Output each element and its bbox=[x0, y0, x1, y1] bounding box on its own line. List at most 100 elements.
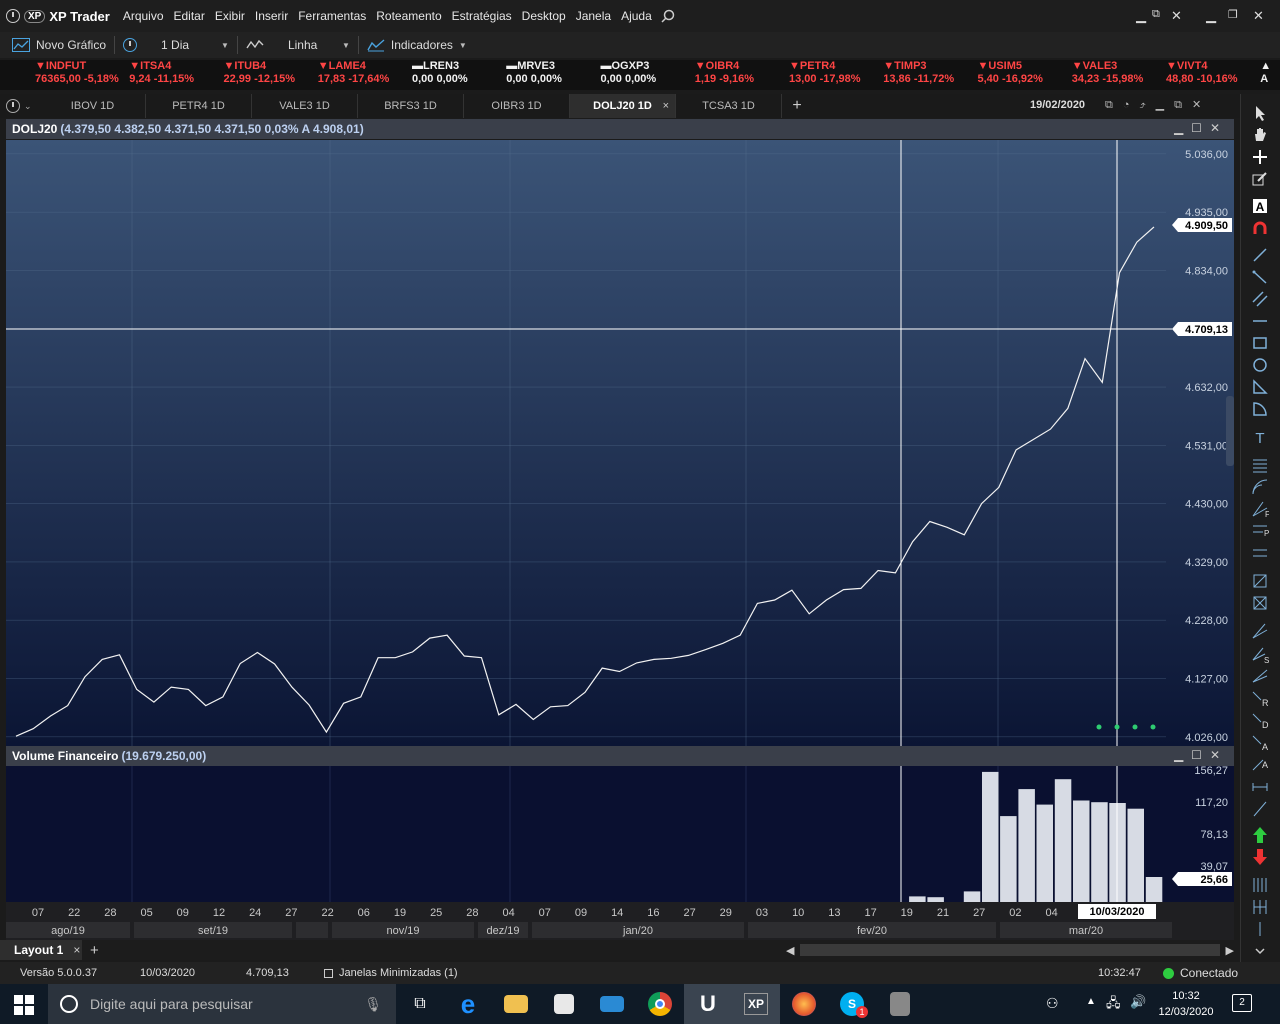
minimize-icon[interactable]: ▁ bbox=[1136, 8, 1146, 24]
time-axis[interactable]: 07 22 28 05 09 12 24 27 22 06 19 25 28 04 07 09 14 16 27 29… bbox=[6, 902, 1234, 940]
menu-estrategias[interactable]: Estratégias bbox=[447, 9, 517, 23]
volume-window-controls[interactable]: ▁☐✕ bbox=[1174, 748, 1228, 762]
mail-icon[interactable] bbox=[588, 984, 636, 1024]
regression-r-tool-icon[interactable]: R bbox=[1251, 690, 1269, 708]
layout-tab[interactable]: Layout 1 × bbox=[0, 940, 82, 960]
fan-f-tool-icon[interactable]: F bbox=[1251, 500, 1269, 518]
fib-p-tool-icon[interactable]: P bbox=[1251, 522, 1269, 540]
channel-tool-icon[interactable] bbox=[1251, 290, 1269, 308]
ticker-item[interactable]: ▼INDFUT 76365,00 -5,18% bbox=[32, 60, 126, 90]
tab-menu-button[interactable]: ⌄ bbox=[0, 99, 40, 113]
search-icon[interactable] bbox=[661, 9, 675, 23]
calculator-icon[interactable] bbox=[876, 984, 924, 1024]
taskbar-clock[interactable]: 10:32 12/03/2020 bbox=[1156, 988, 1216, 1020]
ticker-item[interactable]: ▼USIM5 5,40 -16,92% bbox=[975, 60, 1069, 90]
maximize-outer-icon[interactable]: ❐ bbox=[1228, 8, 1238, 21]
restore-icon[interactable]: ⧉ bbox=[1152, 8, 1160, 21]
chart-type-chevron-down-icon[interactable]: ▼ bbox=[342, 41, 350, 50]
menu-arquivo[interactable]: Arquivo bbox=[118, 9, 169, 23]
angle-tool-icon[interactable] bbox=[1251, 800, 1269, 818]
arc-tool-icon[interactable] bbox=[1251, 400, 1269, 418]
ray-tool-icon[interactable] bbox=[1251, 268, 1269, 286]
menu-roteamento[interactable]: Roteamento bbox=[371, 9, 446, 23]
people-icon[interactable]: ⚇ bbox=[1046, 995, 1059, 1012]
fan-tool-icon[interactable] bbox=[1251, 668, 1269, 686]
tab-oibr3[interactable]: OIBR3 1D bbox=[464, 94, 570, 118]
tab-brfs3[interactable]: BRFS3 1D bbox=[358, 94, 464, 118]
regression-a-tool-icon[interactable]: A bbox=[1251, 734, 1269, 752]
file-explorer-icon[interactable] bbox=[492, 984, 540, 1024]
range-tool-icon[interactable] bbox=[1251, 778, 1269, 796]
chart-type-select[interactable]: Linha bbox=[288, 38, 342, 52]
task-view-icon[interactable]: ⧉ bbox=[396, 984, 444, 1024]
menu-ferramentas[interactable]: Ferramentas bbox=[293, 9, 371, 23]
volume-chart[interactable]: 156,27 117,20 78,13 39,07 25,66 bbox=[6, 766, 1234, 902]
store-icon[interactable] bbox=[540, 984, 588, 1024]
fibonacci-tool-icon[interactable] bbox=[1251, 456, 1269, 474]
ticker-item[interactable]: ▼OIBR4 1,19 -9,16% bbox=[692, 60, 786, 90]
gann-box-tool-icon[interactable] bbox=[1251, 594, 1269, 612]
hand-tool-icon[interactable] bbox=[1251, 125, 1269, 143]
tray-chevron-up-icon[interactable]: ▲ bbox=[1086, 996, 1096, 1007]
fibonacci-arc-tool-icon[interactable] bbox=[1251, 478, 1269, 496]
indicators-button[interactable]: Indicadores ▼ bbox=[367, 38, 467, 52]
close-icon[interactable]: ✕ bbox=[1171, 8, 1182, 24]
ticker-item[interactable]: ▬MRVE3 0,00 0,00% bbox=[503, 60, 597, 90]
ticker-item[interactable]: ▼VIVT4 48,80 -10,16% bbox=[1163, 60, 1257, 90]
edge-icon[interactable]: e bbox=[444, 984, 492, 1024]
cycle-lines-icon[interactable] bbox=[1251, 898, 1269, 916]
panel-collapse-handle[interactable] bbox=[1226, 396, 1234, 466]
chrome-icon[interactable] bbox=[636, 984, 684, 1024]
scroll-right-icon[interactable]: ▶ bbox=[1226, 944, 1234, 957]
text-tool-icon[interactable]: T bbox=[1251, 428, 1269, 446]
measure-tool-icon[interactable] bbox=[1251, 572, 1269, 590]
tab-vale3[interactable]: VALE3 1D bbox=[252, 94, 358, 118]
ticker-item[interactable]: ▬OGXP3 0,00 0,00% bbox=[598, 60, 692, 90]
scroll-left-icon[interactable]: ◀ bbox=[786, 944, 794, 957]
tab-tcsa3[interactable]: TCSA3 1D bbox=[676, 94, 782, 118]
parallel-lines-tool-icon[interactable] bbox=[1251, 544, 1269, 562]
close-outer-icon[interactable]: ✕ bbox=[1253, 8, 1264, 24]
pointer-tool-icon[interactable] bbox=[1251, 104, 1269, 122]
tools-scroll-down-icon[interactable] bbox=[1251, 942, 1269, 960]
price-chart[interactable]: 5.036,004.935,004.834,004.733,004.632,00… bbox=[6, 140, 1234, 746]
trendline-tool-icon[interactable] bbox=[1251, 246, 1269, 264]
microphone-icon[interactable]: 🎙 bbox=[364, 996, 382, 1013]
network-icon[interactable]: 🖧 bbox=[1106, 994, 1121, 1016]
ticker-item[interactable]: ▬LREN3 0,00 0,00% bbox=[409, 60, 503, 90]
horizontal-line-tool-icon[interactable] bbox=[1251, 312, 1269, 330]
ticker-item[interactable]: ▼ITUB4 22,99 -12,15% bbox=[221, 60, 315, 90]
firefox-icon[interactable] bbox=[780, 984, 828, 1024]
taskbar-search[interactable]: Digite aqui para pesquisar 🎙 bbox=[48, 984, 396, 1024]
horizontal-scrollbar[interactable]: ◀ ▶ bbox=[786, 942, 1234, 958]
menu-editar[interactable]: Editar bbox=[169, 9, 210, 23]
andrews-pitchfork-icon[interactable] bbox=[1251, 622, 1269, 640]
add-layout-button[interactable]: + bbox=[90, 942, 99, 959]
volume-icon[interactable]: 🔊 bbox=[1130, 994, 1146, 1010]
vertical-lines-icon[interactable] bbox=[1251, 876, 1269, 894]
ticker-item[interactable]: ▲ A bbox=[1257, 60, 1280, 90]
u-app-icon[interactable]: U bbox=[684, 984, 732, 1024]
menu-janela[interactable]: Janela bbox=[571, 9, 616, 23]
rectangle-tool-icon[interactable] bbox=[1251, 334, 1269, 352]
add-tab-button[interactable]: + bbox=[782, 97, 812, 115]
layout-close-icon[interactable]: × bbox=[73, 943, 80, 957]
triangle-tool-icon[interactable] bbox=[1251, 378, 1269, 396]
menu-exibir[interactable]: Exibir bbox=[210, 9, 250, 23]
ticker-item[interactable]: ▼PETR4 13,00 -17,98% bbox=[786, 60, 880, 90]
tab-petr4[interactable]: PETR4 1D bbox=[146, 94, 252, 118]
minimized-windows-button[interactable]: Janelas Minimizadas (1) bbox=[324, 967, 458, 979]
new-chart-button[interactable]: Novo Gráfico bbox=[12, 38, 106, 52]
tab-dolj20[interactable]: DOLJ20 1D × bbox=[570, 94, 676, 118]
skype-icon[interactable]: S 1 bbox=[828, 984, 876, 1024]
xp-app-icon[interactable]: XP bbox=[732, 984, 780, 1024]
tab-ibov[interactable]: IBOV 1D bbox=[40, 94, 146, 118]
minimize-outer-icon[interactable]: ▁ bbox=[1206, 8, 1216, 24]
windows-start-icon[interactable] bbox=[14, 995, 34, 1015]
ticker-item[interactable]: ▼VALE3 34,23 -15,98% bbox=[1069, 60, 1163, 90]
ticker-item[interactable]: ▼LAME4 17,83 -17,64% bbox=[315, 60, 409, 90]
menu-inserir[interactable]: Inserir bbox=[250, 9, 293, 23]
period-select[interactable]: 1 Dia bbox=[161, 38, 221, 52]
text-style-icon[interactable]: A bbox=[1251, 197, 1269, 215]
magnet-icon[interactable] bbox=[1251, 220, 1269, 238]
